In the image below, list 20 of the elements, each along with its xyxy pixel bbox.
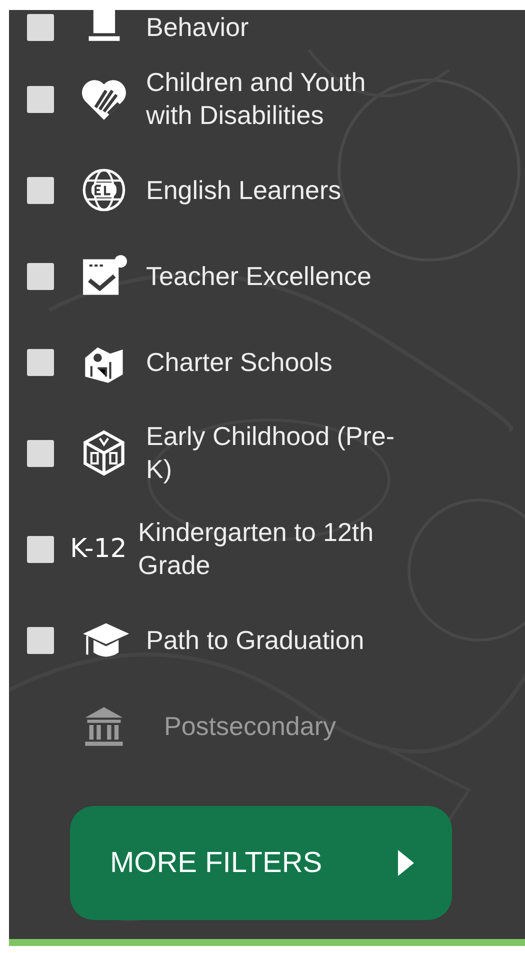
filter-label[interactable]: Behavior bbox=[146, 10, 249, 44]
filter-label[interactable]: Teacher Excellence bbox=[146, 260, 372, 292]
play-icon bbox=[398, 850, 414, 876]
checkbox[interactable] bbox=[27, 176, 54, 204]
checkbox[interactable] bbox=[27, 86, 54, 112]
checkbox[interactable] bbox=[27, 440, 54, 466]
more-filters-button[interactable]: MORE FILTERS bbox=[70, 806, 452, 920]
filter-label: Postsecondary bbox=[164, 710, 336, 742]
filter-label[interactable]: Charter Schools bbox=[146, 346, 332, 378]
checkbox[interactable] bbox=[27, 14, 54, 40]
filter-label[interactable]: Children and Youth with Disabilities bbox=[146, 66, 414, 132]
filter-label[interactable]: Path to Graduation bbox=[146, 624, 364, 656]
grade-range-label: K-12 bbox=[70, 534, 128, 564]
filter-label[interactable]: Early Childhood (Pre-K) bbox=[146, 420, 414, 486]
checkbox[interactable] bbox=[27, 626, 54, 654]
checkbox[interactable] bbox=[27, 348, 54, 376]
checkbox[interactable] bbox=[27, 536, 54, 562]
filter-label[interactable]: Kindergarten to 12th Grade bbox=[138, 516, 406, 582]
filter-label[interactable]: English Learners bbox=[146, 174, 342, 206]
checkbox[interactable] bbox=[27, 262, 54, 290]
